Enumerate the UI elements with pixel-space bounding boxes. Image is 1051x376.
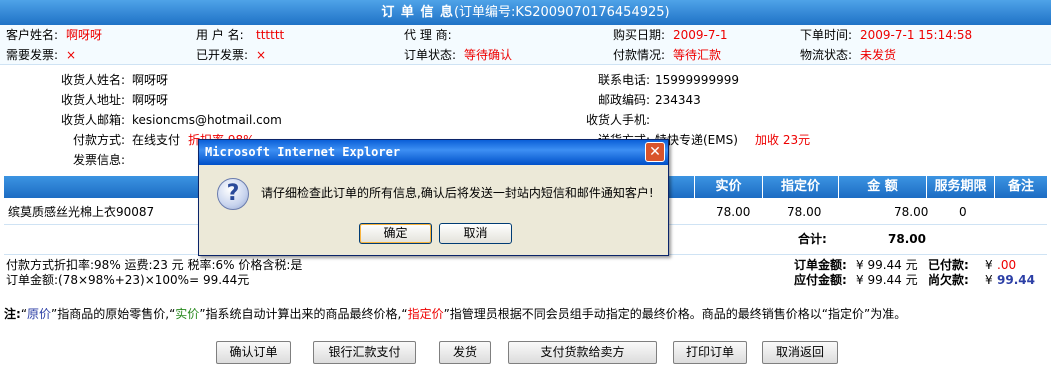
- order-time-value: 2009-7-1 15:14:58: [860, 28, 973, 42]
- owed-label: 尚欠款:: [928, 273, 969, 287]
- purchase-date-label: 购买日期:: [613, 28, 666, 42]
- zip-value: 234343: [655, 93, 701, 107]
- shipping-extra: 加收 23元: [755, 133, 811, 147]
- ship-button[interactable]: 发货: [439, 341, 491, 364]
- recipient-address-value: 啊呀呀: [132, 93, 169, 107]
- order-time-label: 下单时间:: [800, 28, 853, 42]
- real-price-value: 78.00: [716, 205, 751, 219]
- logistics-value: 未发货: [860, 48, 897, 62]
- paid-yen: ¥: [985, 258, 993, 272]
- price-note: 注:“原价”指商品的原始零售价,“实价”指系统自动计算出来的商品最终价格,“指定…: [4, 305, 906, 322]
- recipient-name-value: 啊呀呀: [132, 73, 169, 87]
- col-service: 服务期限: [926, 176, 994, 198]
- order-total-label: 订单金额:: [794, 258, 847, 272]
- close-icon[interactable]: ✕: [645, 142, 665, 162]
- pay-method-label: 付款方式:: [72, 133, 125, 147]
- summary-line-1: 付款方式折扣率:98% 运费:23 元 税率:6% 价格含税:是: [6, 258, 303, 272]
- paid-value: .00: [997, 258, 1017, 272]
- service-value: 0: [959, 205, 967, 219]
- paid-label: 已付款:: [928, 258, 969, 272]
- note-real-price: 实价: [175, 307, 200, 321]
- note-text: ”指商品的原始零售价,“: [51, 307, 176, 321]
- invoice-info-label: 发票信息:: [72, 153, 125, 167]
- col-assigned-price: 指定价: [762, 176, 838, 198]
- purchase-date-value: 2009-7-1: [673, 28, 728, 42]
- agent-label: 代 理 商:: [404, 28, 452, 42]
- need-invoice-label: 需要发票:: [6, 48, 59, 62]
- order-status-label: 订单状态:: [404, 48, 457, 62]
- recipient-email-label: 收货人邮箱:: [60, 113, 125, 127]
- recipient-address-label: 收货人地址:: [60, 93, 125, 107]
- logistics-label: 物流状态:: [800, 48, 853, 62]
- order-title: 订 单 信 息: [381, 5, 454, 20]
- need-invoice-value: ×: [66, 48, 77, 62]
- cancel-return-button[interactable]: 取消返回: [762, 341, 838, 364]
- print-order-button[interactable]: 打印订单: [673, 341, 747, 364]
- note-original-price: 原价: [27, 307, 52, 321]
- note-text: ”指系统自动计算出来的商品最终价格,“: [199, 307, 408, 321]
- amount-value: 78.00: [894, 205, 929, 219]
- owed-value: 99.44: [997, 273, 1035, 287]
- subtotal-label: 合计:: [798, 232, 827, 246]
- recipient-email-value: kesioncms@hotmail.com: [132, 113, 282, 127]
- note-text: ”指管理员根据不同会员组手动指定的最终价格。商品的最终销售价格以“指定价”为准。: [443, 307, 907, 321]
- totals-panel: 付款方式折扣率:98% 运费:23 元 税率:6% 价格含税:是 订单金额:(7…: [4, 254, 1047, 288]
- pay-method-value: 在线支付: [132, 133, 181, 147]
- order-total-value: ¥ 99.44 元: [856, 258, 918, 272]
- subtotal-value: 78.00: [888, 232, 926, 246]
- confirm-dialog: Microsoft Internet Explorer ✕ ? 请仔细检查此订单…: [198, 139, 669, 256]
- col-real-price: 实价: [694, 176, 762, 198]
- dialog-ok-button[interactable]: 确定: [359, 223, 432, 244]
- phone-label: 联系电话:: [597, 73, 650, 87]
- customer-label: 客户姓名:: [6, 28, 59, 42]
- dialog-cancel-button[interactable]: 取消: [439, 223, 512, 244]
- payment-status-label: 付款情况:: [613, 48, 666, 62]
- recipient-name-label: 收货人姓名:: [60, 73, 125, 87]
- pay-seller-button[interactable]: 支付货款给卖方: [508, 341, 657, 364]
- order-info-panel: 客户姓名: 啊呀呀 用 户 名: tttttt 代 理 商: 购买日期: 200…: [0, 25, 1051, 65]
- mobile-label: 收货人手机:: [585, 113, 650, 127]
- due-label: 应付金额:: [794, 273, 847, 287]
- product-name-link[interactable]: 缤莫质感丝光棉上衣90087: [8, 199, 154, 225]
- owed-yen: ¥: [985, 273, 993, 287]
- order-title-bar: 订 单 信 息(订单编号:KS2009070176454925): [0, 0, 1051, 25]
- summary-line-2: 订单金额:(78×98%+23)×100%= 99.44元: [6, 273, 250, 287]
- note-prefix: 注:: [4, 307, 21, 321]
- invoiced-label: 已开发票:: [196, 48, 249, 62]
- order-page: 订 单 信 息(订单编号:KS2009070176454925) 客户姓名: 啊…: [0, 0, 1051, 376]
- dialog-title: Microsoft Internet Explorer: [199, 140, 668, 165]
- phone-value: 15999999999: [655, 73, 739, 87]
- col-remark: 备注: [994, 176, 1047, 198]
- assigned-price-value: 78.00: [787, 205, 822, 219]
- order-status-value: 等待确认: [464, 48, 513, 62]
- due-value: ¥ 99.44 元: [856, 273, 918, 287]
- question-icon: ?: [217, 178, 249, 210]
- username-value: tttttt: [256, 28, 285, 42]
- customer-value: 啊呀呀: [66, 28, 103, 42]
- invoiced-value: ×: [256, 48, 267, 62]
- order-number: (订单编号:KS2009070176454925): [453, 5, 670, 20]
- dialog-message: 请仔细检查此订单的所有信息,确认后将发送一封站内短信和邮件通知客户!: [261, 186, 654, 200]
- payment-status-value: 等待汇款: [673, 48, 722, 62]
- username-label: 用 户 名:: [196, 28, 244, 42]
- zip-label: 邮政编码:: [597, 93, 650, 107]
- col-amount: 金 额: [838, 176, 926, 198]
- bank-transfer-button[interactable]: 银行汇款支付: [313, 341, 416, 364]
- note-assigned-price: 指定价: [407, 307, 444, 321]
- confirm-order-button[interactable]: 确认订单: [216, 341, 291, 364]
